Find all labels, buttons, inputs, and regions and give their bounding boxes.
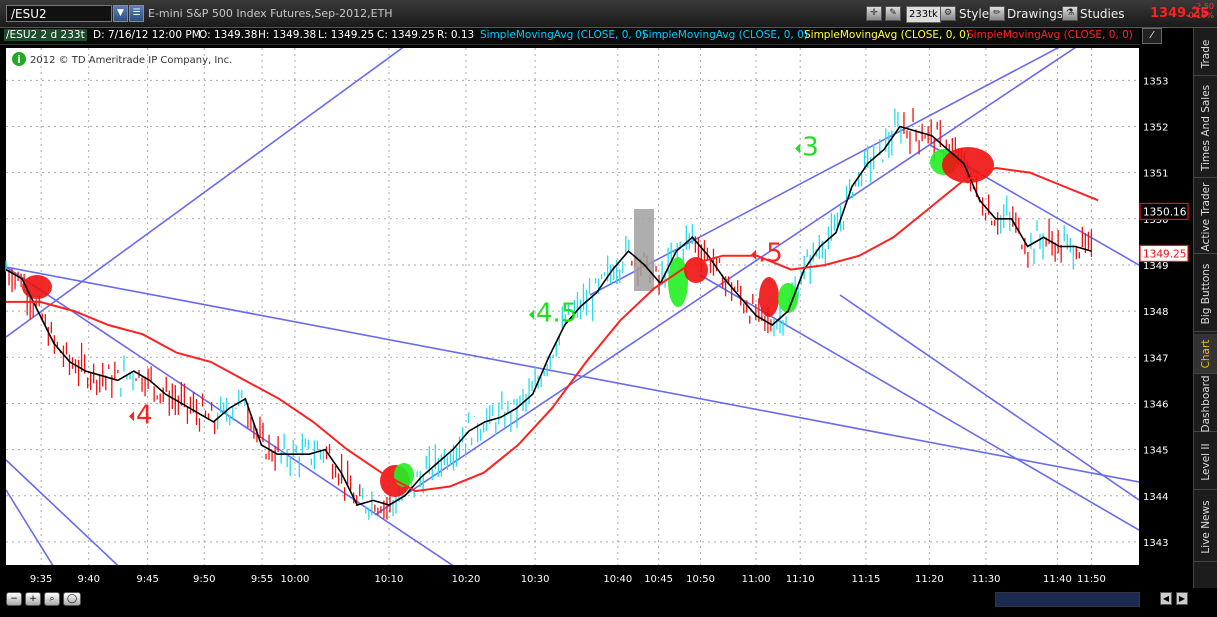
tab-level-ii[interactable]: Level II <box>1194 434 1217 490</box>
chart-settings-icon[interactable]: ⁄ <box>1142 28 1162 44</box>
price-chart[interactable]: 4 4.5 .5 3 1343 1344 1345 1346 1347 1348 1349 1350… <box>0 45 1193 589</box>
info-low: L: 1349.25 <box>318 29 375 41</box>
drawings-button[interactable]: Drawings <box>1007 5 1063 23</box>
y-tick-label: 1347 <box>1143 353 1168 364</box>
x-tick-label: 10:50 <box>686 574 715 585</box>
study-label-4[interactable]: SimpleMovingAvg (CLOSE, 0, 0) <box>967 29 1133 41</box>
tick-aggregation-button[interactable]: 233tk <box>906 6 941 23</box>
study-label-3[interactable]: SimpleMovingAvg (CLOSE, 0, 0) <box>804 29 970 41</box>
info-open: O: 1349.38 <box>199 29 258 41</box>
y-tick-label: 1348 <box>1143 307 1168 318</box>
style-button[interactable]: Style <box>959 5 989 23</box>
tool-icon[interactable]: ✎ <box>885 6 901 21</box>
x-tick-label: 10:45 <box>644 574 673 585</box>
tab-times-and-sales[interactable]: Times And Sales <box>1194 78 1217 178</box>
instrument-description: E-mini S&P 500 Index Futures,Sep-2012,ET… <box>148 7 393 20</box>
x-tick-label: 11:10 <box>786 574 815 585</box>
crosshair-icon[interactable]: ✛ <box>866 6 882 21</box>
symbol-lookup-icon[interactable]: ☰ <box>129 5 144 22</box>
annotation-label: 3 <box>802 133 819 163</box>
x-tick-label: 11:30 <box>972 574 1001 585</box>
x-tick-label: 9:35 <box>30 574 52 585</box>
scroll-right-icon[interactable]: ▶ <box>1176 592 1188 605</box>
info-range: R: 0.13 <box>437 29 475 41</box>
y-tick-label: 1351 <box>1143 169 1168 180</box>
symbol-input[interactable]: /ESU2 <box>6 5 112 22</box>
tab-label: Times And Sales <box>1200 84 1212 171</box>
x-tick-label: 9:55 <box>251 574 273 585</box>
highlight-box <box>634 209 654 291</box>
tab-big-buttons[interactable]: Big Buttons <box>1194 256 1217 332</box>
info-icon-glyph: i <box>17 53 21 66</box>
info-date: D: 7/16/12 12:00 PM <box>93 29 201 41</box>
price-change-pct: -0.18% <box>1185 11 1214 20</box>
y-tick-label: 1344 <box>1143 492 1168 503</box>
magnify-icon[interactable]: ⌕ <box>44 592 60 606</box>
y-tick-label: 1353 <box>1143 76 1168 87</box>
price-change: -2.50 -0.18% <box>1180 2 1214 20</box>
x-tick-label: 10:00 <box>281 574 310 585</box>
tab-label: Level II <box>1200 442 1212 481</box>
info-high: H: 1349.38 <box>258 29 317 41</box>
signal-ellipse <box>759 277 779 317</box>
tab-label: Big Buttons <box>1200 263 1212 324</box>
x-tick-label: 10:40 <box>603 574 632 585</box>
tab-label: Trade <box>1200 39 1212 68</box>
y-tick-label: 1345 <box>1143 446 1168 457</box>
tab-active-trader[interactable]: Active Trader <box>1194 180 1217 254</box>
time-scrollbar[interactable] <box>995 592 1140 607</box>
annotation-label: 4.5 <box>536 299 577 329</box>
tab-dashboard[interactable]: Dashboard <box>1194 375 1217 432</box>
annotation-label: .5 <box>758 239 783 269</box>
zoom-in-icon[interactable]: + <box>25 592 41 606</box>
x-tick-label: 10:10 <box>375 574 404 585</box>
tab-label: Chart <box>1200 339 1212 368</box>
x-tick-label: 10:30 <box>521 574 550 585</box>
x-tick-label: 10:20 <box>452 574 481 585</box>
tab-label: Live News <box>1200 499 1212 554</box>
price-change-abs: -2.50 <box>1193 2 1214 11</box>
studies-icon: ⚗ <box>1062 6 1078 21</box>
study-label-1[interactable]: SimpleMovingAvg (CLOSE, 0, 0) <box>480 29 646 41</box>
fit-icon[interactable]: ◯ <box>63 592 81 606</box>
tab-chart[interactable]: Chart <box>1194 334 1217 374</box>
side-tabs: Trade Times And Sales Active Trader Big But… <box>1193 28 1217 588</box>
tab-label: Dashboard <box>1200 375 1212 432</box>
top-toolbar: /ESU2 ▼ ☰ E-mini S&P 500 Index Futures,S… <box>0 0 1217 28</box>
y-tick-label: 1352 <box>1143 122 1168 133</box>
study-label-2[interactable]: SimpleMovingAvg (CLOSE, 0, 0) <box>642 29 808 41</box>
x-tick-label: 11:20 <box>915 574 944 585</box>
info-icon[interactable]: i <box>12 52 26 66</box>
info-symbol-period[interactable]: /ESU2 2 d 233t <box>4 29 87 41</box>
symbol-dropdown-icon[interactable]: ▼ <box>113 5 128 22</box>
zoom-out-icon[interactable]: − <box>6 592 22 606</box>
scroll-left-icon[interactable]: ◀ <box>1160 592 1172 605</box>
x-tick-label: 9:50 <box>193 574 215 585</box>
y-tick-label: 1346 <box>1143 399 1168 410</box>
signal-ellipse <box>942 147 994 183</box>
annotation-label: 4 <box>136 400 153 430</box>
signal-ellipse <box>394 463 414 487</box>
copyright: 2012 © TD Ameritrade IP Company, Inc. <box>30 55 232 66</box>
y-tick-label: 1343 <box>1143 538 1168 549</box>
signal-ellipse <box>668 257 688 307</box>
x-tick-label: 9:40 <box>77 574 99 585</box>
tab-live-news[interactable]: Live News <box>1194 492 1217 562</box>
style-icon: ⚙ <box>940 6 956 21</box>
x-tick-label: 9:45 <box>136 574 158 585</box>
info-close: C: 1349.25 <box>377 29 435 41</box>
price-label-text: 1349.25 <box>1143 248 1186 260</box>
price-label-text: 1350.16 <box>1143 206 1187 218</box>
y-tick-label: 1349 <box>1143 261 1168 272</box>
x-tick-label: 11:00 <box>742 574 771 585</box>
drawings-icon: ✏ <box>989 6 1005 21</box>
chart-info-bar: /ESU2 2 d 233t D: 7/16/12 12:00 PM O: 13… <box>0 28 1140 45</box>
signal-ellipse <box>778 283 798 313</box>
x-tick-label: 11:40 <box>1043 574 1072 585</box>
studies-button[interactable]: Studies <box>1080 5 1125 23</box>
tab-label: Active Trader <box>1200 182 1212 251</box>
x-tick-label: 11:15 <box>852 574 881 585</box>
tab-trade[interactable]: Trade <box>1194 32 1217 76</box>
x-tick-label: 11:50 <box>1077 574 1106 585</box>
